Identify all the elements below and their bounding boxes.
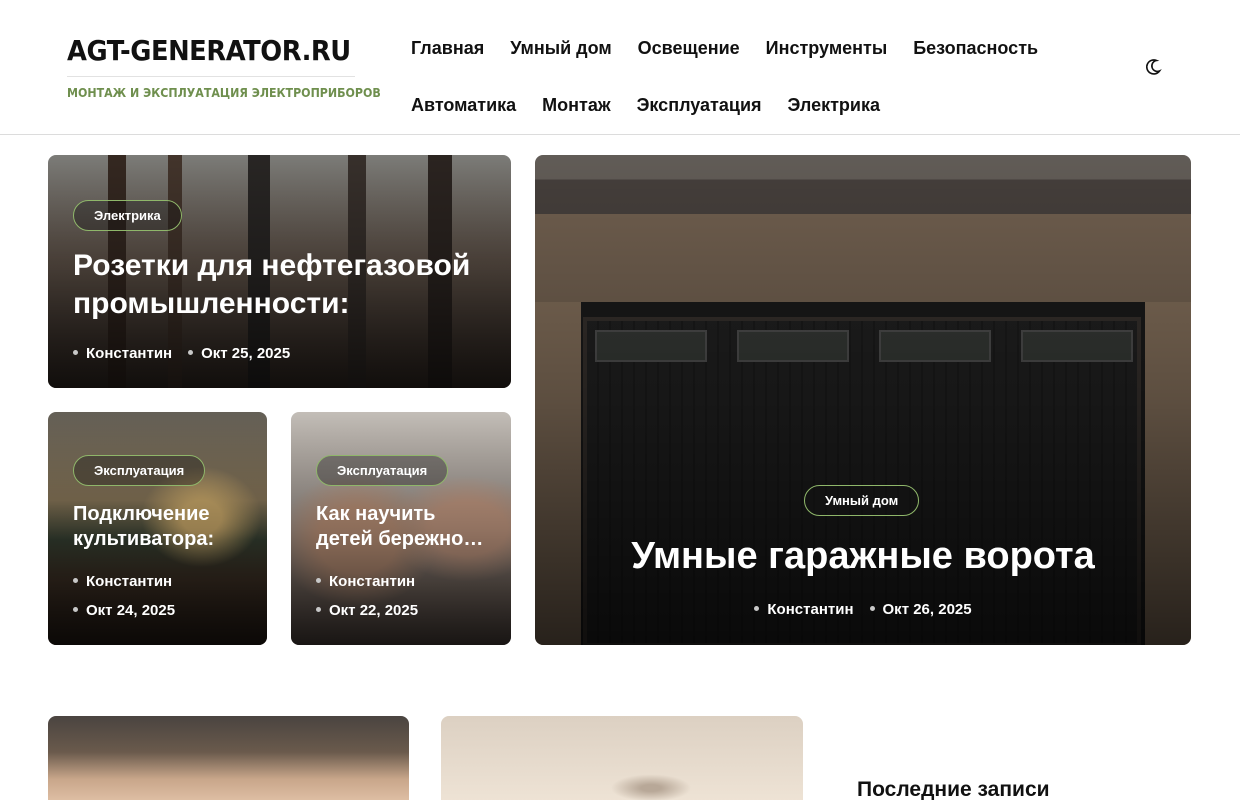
nav-item-electrics[interactable]: Электрика: [788, 95, 880, 116]
nav-item-lighting[interactable]: Освещение: [638, 38, 740, 59]
nav-item-tools[interactable]: Инструменты: [766, 38, 888, 59]
post-title[interactable]: Подключение культиватора:: [73, 502, 258, 552]
post-title-line: промышленности:: [73, 287, 350, 320]
post-author-row: Константин: [73, 573, 172, 590]
bullet-icon: [316, 577, 321, 583]
post-card[interactable]: Электрика Розетки для нефтегазовой промы…: [48, 155, 511, 388]
post-card[interactable]: Эксплуатация Как научить детей бережно… …: [291, 412, 511, 645]
main-nav: Главная Умный дом Освещение Инструменты …: [411, 20, 1051, 134]
nav-item-automation[interactable]: Автоматика: [411, 95, 516, 116]
moon-icon[interactable]: [1143, 56, 1165, 78]
post-thumbnail[interactable]: [441, 716, 803, 800]
bullet-icon: [316, 606, 321, 612]
post-meta: Константин Окт 25, 2025: [73, 345, 290, 362]
post-date: Окт 24, 2025: [86, 602, 176, 619]
bullet-icon: [754, 605, 760, 611]
post-date: Окт 25, 2025: [201, 345, 291, 362]
bullet-icon: [73, 606, 78, 612]
bullet-icon: [73, 349, 78, 355]
post-title[interactable]: Умные гаражные ворота: [535, 533, 1191, 579]
category-badge[interactable]: Эксплуатация: [73, 455, 206, 486]
post-title[interactable]: Розетки для нефтегазовой промышленности:: [73, 247, 493, 323]
post-title-line: Как научить: [316, 503, 436, 525]
nav-item-security[interactable]: Безопасность: [913, 38, 1038, 59]
post-title-line: Подключение: [73, 503, 210, 525]
post-author-row: Константин: [316, 573, 415, 590]
post-author[interactable]: Константин: [767, 601, 853, 618]
bullet-icon: [869, 605, 875, 611]
nav-row-1: Главная Умный дом Освещение Инструменты …: [411, 20, 1051, 77]
post-title-line: Розетки для нефтегазовой: [73, 249, 471, 282]
post-title-line: культиватора:: [73, 528, 215, 550]
site-title[interactable]: AGT-GENERATOR.RU: [67, 34, 351, 67]
post-author[interactable]: Константин: [86, 573, 172, 590]
post-title[interactable]: Как научить детей бережно…: [316, 502, 501, 552]
post-author[interactable]: Константин: [86, 345, 172, 362]
category-badge[interactable]: Эксплуатация: [316, 455, 449, 486]
category-badge[interactable]: Электрика: [73, 200, 182, 231]
post-meta: Константин Окт 26, 2025: [535, 601, 1191, 618]
bullet-icon: [73, 577, 78, 583]
nav-item-installation[interactable]: Монтаж: [542, 95, 610, 116]
site-header: AGT-GENERATOR.RU МОНТАЖ И ЭКСПЛУАТАЦИЯ Э…: [0, 0, 1240, 135]
post-date-row: Окт 24, 2025: [73, 602, 175, 619]
nav-item-smart-home[interactable]: Умный дом: [510, 38, 611, 59]
post-author[interactable]: Константин: [329, 573, 415, 590]
site-tagline: МОНТАЖ И ЭКСПЛУАТАЦИЯ ЭЛЕКТРОПРИБОРОВ: [67, 86, 381, 100]
nav-item-home[interactable]: Главная: [411, 38, 484, 59]
post-title-line: детей бережно…: [316, 528, 484, 550]
category-badge[interactable]: Умный дом: [804, 485, 920, 516]
post-date-row: Окт 22, 2025: [316, 602, 418, 619]
recent-posts-heading: Последние записи: [857, 778, 1050, 800]
nav-row-2: Автоматика Монтаж Эксплуатация Электрика: [411, 77, 1051, 134]
featured-post-card[interactable]: Умный дом Умные гаражные ворота Констант…: [535, 155, 1191, 645]
post-date: Окт 22, 2025: [329, 602, 419, 619]
site-logo[interactable]: AGT-GENERATOR.RU МОНТАЖ И ЭКСПЛУАТАЦИЯ Э…: [67, 34, 381, 100]
nav-item-operation[interactable]: Эксплуатация: [637, 95, 762, 116]
post-date: Окт 26, 2025: [882, 601, 972, 618]
post-thumbnail[interactable]: [48, 716, 409, 800]
bullet-icon: [188, 349, 194, 355]
post-card[interactable]: Эксплуатация Подключение культиватора: К…: [48, 412, 267, 645]
logo-divider: [67, 76, 355, 77]
